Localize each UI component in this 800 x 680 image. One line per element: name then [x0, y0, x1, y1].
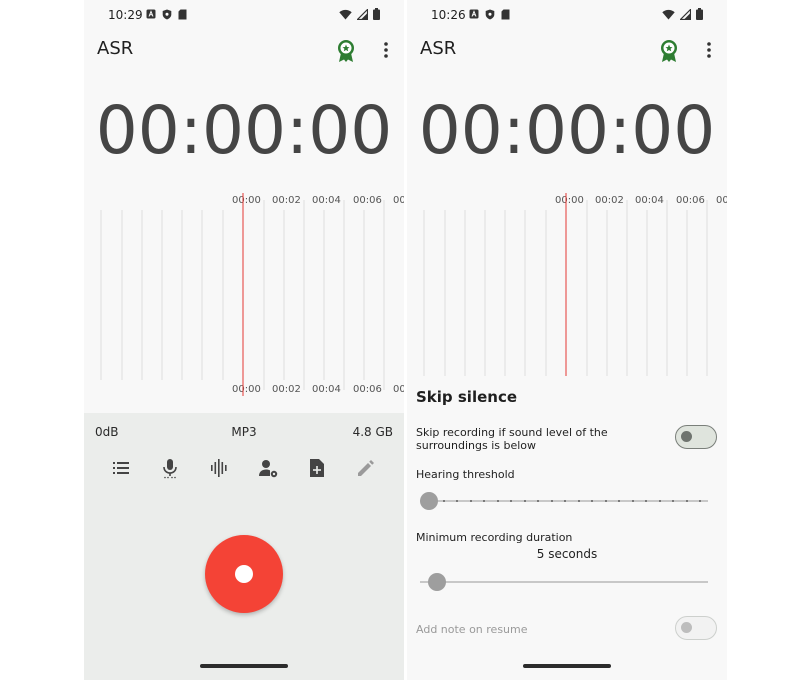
timeline-label-top: 00	[716, 195, 727, 206]
status-system-icons	[662, 8, 703, 20]
microphone-icon[interactable]	[159, 457, 181, 479]
timeline-label-top: 00:02	[595, 195, 624, 206]
add-note-toggle[interactable]	[675, 616, 717, 640]
notification-a-icon	[146, 9, 156, 19]
free-space-value: 4.8 GB	[352, 425, 393, 439]
timeline-label-top: 00:02	[272, 195, 301, 206]
timeline-label-top: 00:04	[635, 195, 664, 206]
battery-icon	[696, 8, 703, 20]
recorder-toolbar	[84, 457, 404, 481]
shield-icon	[162, 9, 172, 20]
hearing-threshold-slider[interactable]	[420, 491, 708, 511]
sim-card-icon	[178, 9, 187, 20]
slider-step-dot	[469, 500, 472, 502]
battery-icon	[373, 8, 380, 20]
notification-a-icon	[469, 9, 479, 19]
waveform-timeline[interactable]: 00:00 00:02 00:04 00:06 00 00:00 00:02 0…	[84, 190, 404, 400]
status-bar: 10:26	[407, 0, 727, 30]
award-badge-icon[interactable]	[335, 39, 357, 63]
slider-step-dot	[672, 500, 674, 502]
waveform-timeline[interactable]: 00:00 00:02 00:04 00:06 00	[407, 190, 727, 400]
slider-step-dot	[604, 500, 607, 502]
status-time: 10:29	[108, 8, 143, 22]
slider-step-dot	[631, 500, 634, 502]
wifi-icon	[339, 9, 352, 19]
gesture-nav-handle[interactable]	[200, 664, 288, 668]
slider-step-dot	[442, 500, 445, 502]
record-button[interactable]	[205, 535, 283, 613]
slider-step-dot	[577, 500, 580, 502]
sim-card-icon	[501, 9, 510, 20]
slider-step-dot	[564, 500, 566, 502]
timeline-label-top: 00:06	[353, 195, 382, 206]
timeline-label-top: 00:06	[676, 195, 705, 206]
signal-icon	[357, 8, 368, 20]
toggle-knob	[681, 431, 692, 442]
status-system-icons	[339, 8, 380, 20]
status-time: 10:26	[431, 8, 466, 22]
slider-step-dot	[496, 500, 499, 502]
min-duration-slider[interactable]	[420, 572, 708, 592]
sheet-title: Skip silence	[416, 388, 518, 406]
shield-icon	[485, 9, 495, 20]
slider-step-dot	[685, 500, 688, 502]
user-settings-icon[interactable]	[257, 457, 279, 479]
add-file-icon[interactable]	[306, 457, 328, 479]
timeline-label-top: 00	[393, 195, 404, 206]
timeline-label-bottom: 00:02	[272, 384, 301, 395]
status-bar: 10:29	[84, 0, 404, 30]
slider-step-dot	[523, 500, 526, 502]
skip-silence-toggle[interactable]	[675, 425, 717, 449]
hearing-threshold-label: Hearing threshold	[416, 468, 515, 481]
timeline-label-bottom: 00:06	[353, 384, 382, 395]
slider-step-dot	[618, 500, 620, 502]
slider-step-dot	[645, 500, 647, 502]
status-notification-icons	[469, 9, 510, 20]
recording-timer: 00:00:00	[418, 92, 716, 169]
audio-format-value[interactable]: MP3	[95, 425, 393, 439]
award-badge-icon[interactable]	[658, 39, 680, 63]
signal-icon	[680, 8, 691, 20]
min-duration-label: Minimum recording duration	[416, 531, 573, 544]
slider-step-dot	[591, 500, 593, 502]
slider-step-dot	[510, 500, 512, 502]
record-dot-icon	[235, 565, 253, 583]
slider-thumb[interactable]	[420, 492, 438, 510]
wifi-icon	[662, 9, 675, 19]
slider-step-dot	[699, 500, 701, 502]
status-notification-icons	[146, 9, 187, 20]
skip-silence-screen: 10:26 ASR 00:00:00 00:00 00:02 00:04 00:…	[407, 0, 727, 680]
slider-step-dot	[456, 500, 458, 502]
timeline-label-top: 00:00	[232, 195, 261, 206]
skip-silence-sheet: Skip silence Skip recording if sound lev…	[407, 376, 727, 680]
toggle-knob	[681, 622, 692, 633]
list-icon[interactable]	[110, 457, 132, 479]
timeline-label-bottom: 00:04	[312, 384, 341, 395]
audio-wave-icon[interactable]	[208, 457, 230, 479]
slider-thumb[interactable]	[428, 573, 447, 591]
app-title: ASR	[420, 38, 457, 59]
timeline-label-top: 00:00	[555, 195, 584, 206]
slider-step-dot	[658, 500, 661, 502]
slider-step-dot	[550, 500, 553, 502]
add-note-label: Add note on resume	[416, 623, 528, 636]
timeline-label-top: 00:04	[312, 195, 341, 206]
timeline-label-bottom: 00:00	[232, 384, 261, 395]
app-title: ASR	[97, 38, 134, 59]
gesture-nav-handle[interactable]	[523, 664, 611, 668]
skip-silence-description: Skip recording if sound level of the sur…	[416, 426, 608, 452]
more-options-icon[interactable]	[382, 40, 390, 60]
slider-step-dot	[537, 500, 539, 502]
edit-icon[interactable]	[355, 457, 377, 479]
min-duration-value: 5 seconds	[536, 547, 598, 561]
recorder-controls-panel: 0dB MP3 4.8 GB	[84, 413, 404, 680]
more-options-icon[interactable]	[705, 40, 713, 60]
slider-track	[420, 581, 708, 583]
recorder-screen: 10:29 ASR 00:00:00 00:00 00:02 00:04 00:…	[84, 0, 404, 680]
recording-info-row: 0dB MP3 4.8 GB	[95, 425, 393, 441]
slider-step-dot	[483, 500, 485, 502]
timeline-label-bottom: 00	[393, 384, 404, 395]
recording-timer: 00:00:00	[95, 92, 393, 169]
